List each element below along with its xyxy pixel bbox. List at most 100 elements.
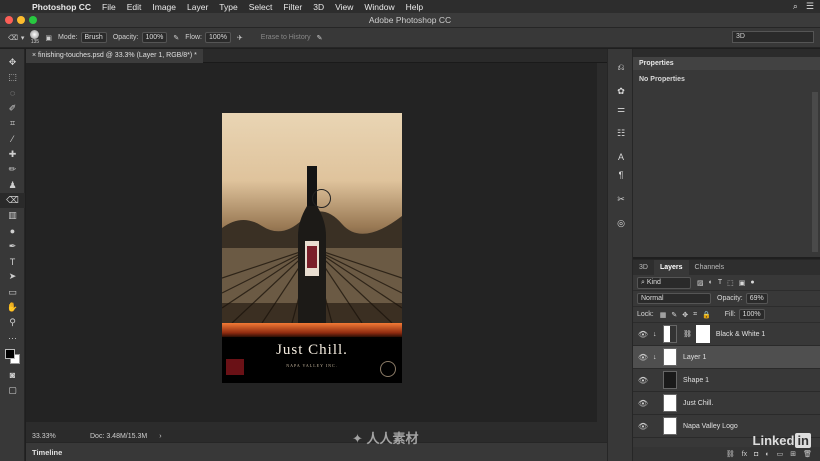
- document-tab[interactable]: × finishing-touches.psd @ 33.3% (Layer 1…: [26, 49, 203, 63]
- delete-layer-icon[interactable]: 🗑: [803, 450, 812, 458]
- character-panel-icon[interactable]: A: [608, 148, 634, 166]
- layer-row-layer-1[interactable]: 👁 ↓ Layer 1: [633, 346, 820, 369]
- menu-view[interactable]: View: [335, 2, 353, 12]
- eraser-tool-icon[interactable]: ⌫: [0, 192, 25, 208]
- path-select-tool-icon[interactable]: ➤: [0, 269, 25, 284]
- layer-opacity-field[interactable]: 69%: [745, 293, 768, 304]
- type-tool-icon[interactable]: T: [0, 254, 25, 269]
- menu-image[interactable]: Image: [152, 2, 176, 12]
- lock-artboard-icon[interactable]: ⌗: [693, 311, 697, 319]
- list-icon[interactable]: ☰: [806, 1, 814, 12]
- airbrush-icon[interactable]: ✈: [237, 34, 243, 42]
- new-group-icon[interactable]: ▭: [777, 450, 784, 458]
- menu-type[interactable]: Type: [219, 2, 237, 12]
- layer-row-shape-1[interactable]: 👁 Shape 1: [633, 369, 820, 392]
- filter-pixel-icon[interactable]: ▨: [697, 279, 704, 287]
- menu-3d[interactable]: 3D: [313, 2, 324, 12]
- link-layers-icon[interactable]: ⛓: [726, 450, 735, 458]
- eyedropper-tool-icon[interactable]: ⁄: [0, 131, 25, 146]
- menu-layer[interactable]: Layer: [187, 2, 208, 12]
- quick-select-tool-icon[interactable]: ✐: [0, 101, 25, 116]
- mode-dropdown[interactable]: Brush: [80, 32, 107, 43]
- menu-help[interactable]: Help: [406, 2, 423, 12]
- visibility-eye-icon[interactable]: 👁: [633, 330, 653, 339]
- search-icon[interactable]: ⌕: [793, 1, 798, 12]
- menu-app[interactable]: Photoshop CC: [32, 2, 91, 12]
- crop-tool-icon[interactable]: ⌗: [0, 116, 25, 131]
- history-panel-icon[interactable]: ⎌: [608, 58, 634, 76]
- pressure-size-icon[interactable]: ✎: [317, 34, 323, 42]
- layer-mask-thumbnail[interactable]: [695, 325, 710, 343]
- marquee-tool-icon[interactable]: ⬚: [0, 70, 25, 85]
- lock-pixels-icon[interactable]: ▦: [660, 311, 667, 319]
- filter-adjustment-icon[interactable]: ◐: [709, 279, 713, 286]
- brush-tool-icon[interactable]: ✏: [0, 162, 25, 177]
- add-mask-icon[interactable]: ◘: [754, 451, 758, 458]
- tab-layers[interactable]: Layers: [653, 260, 689, 275]
- healing-brush-tool-icon[interactable]: ✚: [0, 147, 25, 162]
- layer-row-just-chill[interactable]: 👁 Just Chill.: [633, 392, 820, 415]
- 3d-panel-icon[interactable]: ◎: [608, 214, 634, 232]
- clone-stamp-tool-icon[interactable]: ♟: [0, 177, 25, 192]
- workspace-dropdown[interactable]: 3D: [732, 31, 814, 43]
- lock-all-icon[interactable]: 🔒: [702, 311, 711, 319]
- lasso-tool-icon[interactable]: ◌: [0, 86, 25, 101]
- tool-preset-picker[interactable]: ⌫ ▾: [8, 34, 24, 42]
- color-swatches[interactable]: [0, 346, 24, 368]
- filter-toggle-icon[interactable]: ●: [750, 279, 754, 286]
- menu-window[interactable]: Window: [364, 2, 394, 12]
- lock-move-icon[interactable]: ✥: [682, 311, 688, 319]
- fx-icon[interactable]: fx: [742, 451, 747, 458]
- opacity-field[interactable]: 100%: [141, 32, 168, 43]
- move-tool-icon[interactable]: ✥: [0, 55, 25, 70]
- tab-3d[interactable]: 3D: [633, 260, 654, 275]
- blend-mode-dropdown[interactable]: Normal: [637, 293, 711, 304]
- tool-presets-icon[interactable]: ✂: [608, 190, 634, 208]
- gradient-tool-icon[interactable]: ▥: [0, 208, 25, 223]
- new-layer-icon[interactable]: ⊞: [790, 450, 796, 458]
- filter-shape-icon[interactable]: ⬚: [727, 279, 734, 287]
- rectangle-tool-icon[interactable]: ▭: [0, 284, 25, 299]
- properties-title[interactable]: Properties: [633, 57, 820, 70]
- filter-type-icon[interactable]: T: [718, 279, 722, 286]
- more-tools-icon[interactable]: ···: [0, 330, 25, 345]
- tab-channels[interactable]: Channels: [689, 260, 731, 275]
- document-canvas[interactable]: Just Chill. NAPA VALLEY INC.: [222, 113, 402, 383]
- brush-picker[interactable]: 135: [30, 30, 40, 45]
- filter-smart-icon[interactable]: ▣: [739, 279, 746, 287]
- new-adjustment-icon[interactable]: ◐: [765, 451, 769, 458]
- zoom-tool-icon[interactable]: ⚲: [0, 315, 25, 330]
- layer-row-black-white[interactable]: 👁 ↓ ⛓ Black & White 1: [633, 323, 820, 346]
- lock-paint-icon[interactable]: ✎: [671, 311, 677, 319]
- menu-select[interactable]: Select: [249, 2, 273, 12]
- menu-filter[interactable]: Filter: [283, 2, 302, 12]
- vertical-scrollbar[interactable]: [597, 63, 607, 430]
- menu-file[interactable]: File: [102, 2, 116, 12]
- flow-field[interactable]: 100%: [205, 32, 231, 43]
- pressure-opacity-icon[interactable]: ✎: [173, 34, 179, 42]
- fill-field[interactable]: 100%: [738, 309, 765, 320]
- visibility-eye-icon[interactable]: 👁: [633, 353, 653, 362]
- menu-edit[interactable]: Edit: [127, 2, 142, 12]
- horizontal-scrollbar[interactable]: [26, 422, 597, 430]
- pen-tool-icon[interactable]: ✒: [0, 239, 25, 254]
- erase-to-history-checkbox[interactable]: Erase to History: [261, 34, 311, 41]
- zoom-level[interactable]: 33.33%: [32, 433, 72, 440]
- layer-kind-dropdown[interactable]: ⌕ Kind: [637, 276, 691, 289]
- visibility-eye-icon[interactable]: 👁: [633, 399, 653, 408]
- visibility-eye-icon[interactable]: 👁: [633, 422, 653, 431]
- brush-presets-icon[interactable]: ✿: [608, 82, 634, 100]
- dodge-tool-icon[interactable]: ●: [0, 223, 25, 238]
- quick-mask-icon[interactable]: ◙: [0, 368, 25, 383]
- foreground-color-swatch[interactable]: [5, 348, 15, 359]
- paragraph-panel-icon[interactable]: ¶: [608, 166, 634, 184]
- visibility-eye-icon[interactable]: 👁: [633, 376, 653, 385]
- libraries-icon[interactable]: ☷: [608, 124, 634, 142]
- properties-scrollbar[interactable]: [812, 92, 818, 252]
- screen-mode-icon[interactable]: ▢: [0, 383, 25, 398]
- status-menu-icon[interactable]: ›: [159, 433, 161, 440]
- hand-tool-icon[interactable]: ✋: [0, 300, 25, 315]
- adjustments-icon[interactable]: ⚌: [608, 100, 634, 118]
- timeline-title[interactable]: Timeline: [32, 448, 62, 457]
- brush-panel-toggle[interactable]: ▣: [45, 34, 52, 42]
